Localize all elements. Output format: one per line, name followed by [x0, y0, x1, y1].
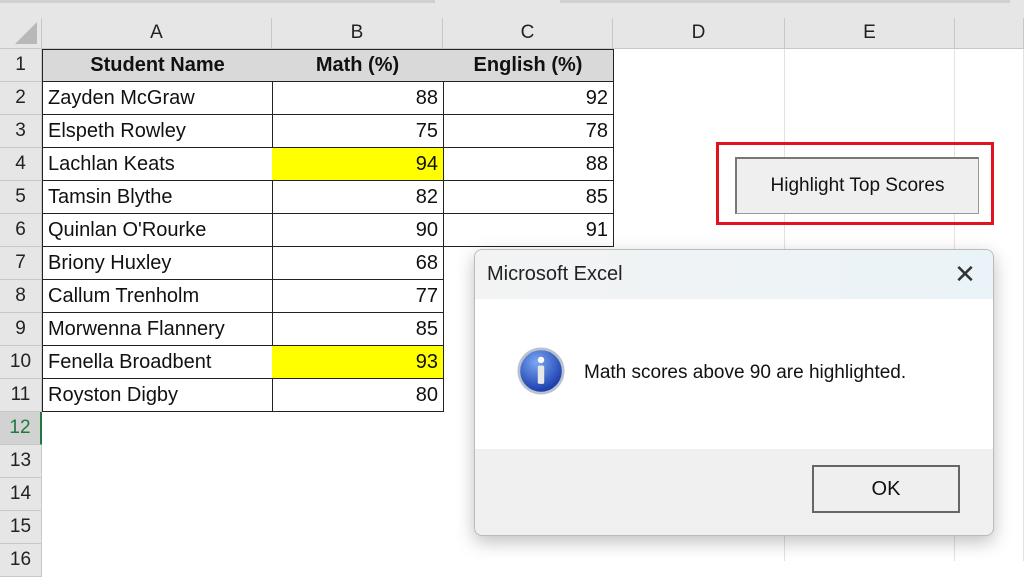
row-header-15[interactable]: 15: [0, 511, 42, 544]
message-dialog: Microsoft Excel ✕ Math scores above 90 a…: [474, 249, 994, 536]
name-cell[interactable]: Lachlan Keats: [42, 148, 273, 181]
name-cell[interactable]: Briony Huxley: [42, 247, 273, 280]
math-cell[interactable]: 88: [272, 82, 444, 115]
name-cell[interactable]: Morwenna Flannery: [42, 313, 273, 346]
english-cell[interactable]: 88: [443, 148, 614, 181]
dialog-titlebar: Microsoft Excel ✕: [475, 250, 993, 299]
row-header-12[interactable]: 12: [0, 412, 42, 445]
name-cell[interactable]: Royston Digby: [42, 379, 273, 412]
column-header-e[interactable]: E: [785, 18, 955, 49]
math-cell[interactable]: 90: [272, 214, 444, 247]
name-cell[interactable]: Zayden McGraw: [42, 82, 273, 115]
name-cell[interactable]: Callum Trenholm: [42, 280, 273, 313]
highlight-top-scores-button[interactable]: Highlight Top Scores: [735, 157, 979, 214]
information-icon: [517, 347, 565, 395]
math-cell[interactable]: 85: [272, 313, 444, 346]
english-cell[interactable]: 91: [443, 214, 614, 247]
row-header-14[interactable]: 14: [0, 478, 42, 511]
row-header-10[interactable]: 10: [0, 346, 42, 379]
name-cell[interactable]: Tamsin Blythe: [42, 181, 273, 214]
row-header-5[interactable]: 5: [0, 181, 42, 214]
column-header-f[interactable]: [955, 18, 1024, 49]
math-cell[interactable]: 75: [272, 115, 444, 148]
row-header-7[interactable]: 7: [0, 247, 42, 280]
row-header-11[interactable]: 11: [0, 379, 42, 412]
header-cell[interactable]: Math (%): [272, 49, 444, 82]
header-cell[interactable]: Student Name: [42, 49, 273, 82]
column-header-a[interactable]: A: [42, 18, 272, 49]
math-cell[interactable]: 80: [272, 379, 444, 412]
dialog-message: Math scores above 90 are highlighted.: [584, 362, 906, 384]
column-header-d[interactable]: D: [613, 18, 785, 49]
name-cell[interactable]: Quinlan O'Rourke: [42, 214, 273, 247]
column-header-b[interactable]: B: [272, 18, 443, 49]
row-header-6[interactable]: 6: [0, 214, 42, 247]
close-icon[interactable]: ✕: [951, 260, 979, 288]
row-header-13[interactable]: 13: [0, 445, 42, 478]
dialog-body: Math scores above 90 are highlighted.: [475, 299, 993, 449]
row-header-3[interactable]: 3: [0, 115, 42, 148]
math-cell[interactable]: 68: [272, 247, 444, 280]
select-all-button[interactable]: [0, 18, 42, 49]
math-cell[interactable]: 77: [272, 280, 444, 313]
ok-button[interactable]: OK: [812, 465, 960, 513]
top-strip: [0, 0, 1024, 18]
dialog-title: Microsoft Excel: [487, 263, 623, 286]
name-cell[interactable]: Fenella Broadbent: [42, 346, 273, 379]
name-cell[interactable]: Elspeth Rowley: [42, 115, 273, 148]
math-cell[interactable]: 94: [272, 148, 444, 181]
row-header-8[interactable]: 8: [0, 280, 42, 313]
english-cell[interactable]: 92: [443, 82, 614, 115]
row-header-1[interactable]: 1: [0, 49, 42, 82]
row-header-9[interactable]: 9: [0, 313, 42, 346]
row-header-4[interactable]: 4: [0, 148, 42, 181]
column-header-c[interactable]: C: [443, 18, 613, 49]
row-header-2[interactable]: 2: [0, 82, 42, 115]
math-cell[interactable]: 93: [272, 346, 444, 379]
header-cell[interactable]: English (%): [443, 49, 614, 82]
english-cell[interactable]: 78: [443, 115, 614, 148]
english-cell[interactable]: 85: [443, 181, 614, 214]
math-cell[interactable]: 82: [272, 181, 444, 214]
